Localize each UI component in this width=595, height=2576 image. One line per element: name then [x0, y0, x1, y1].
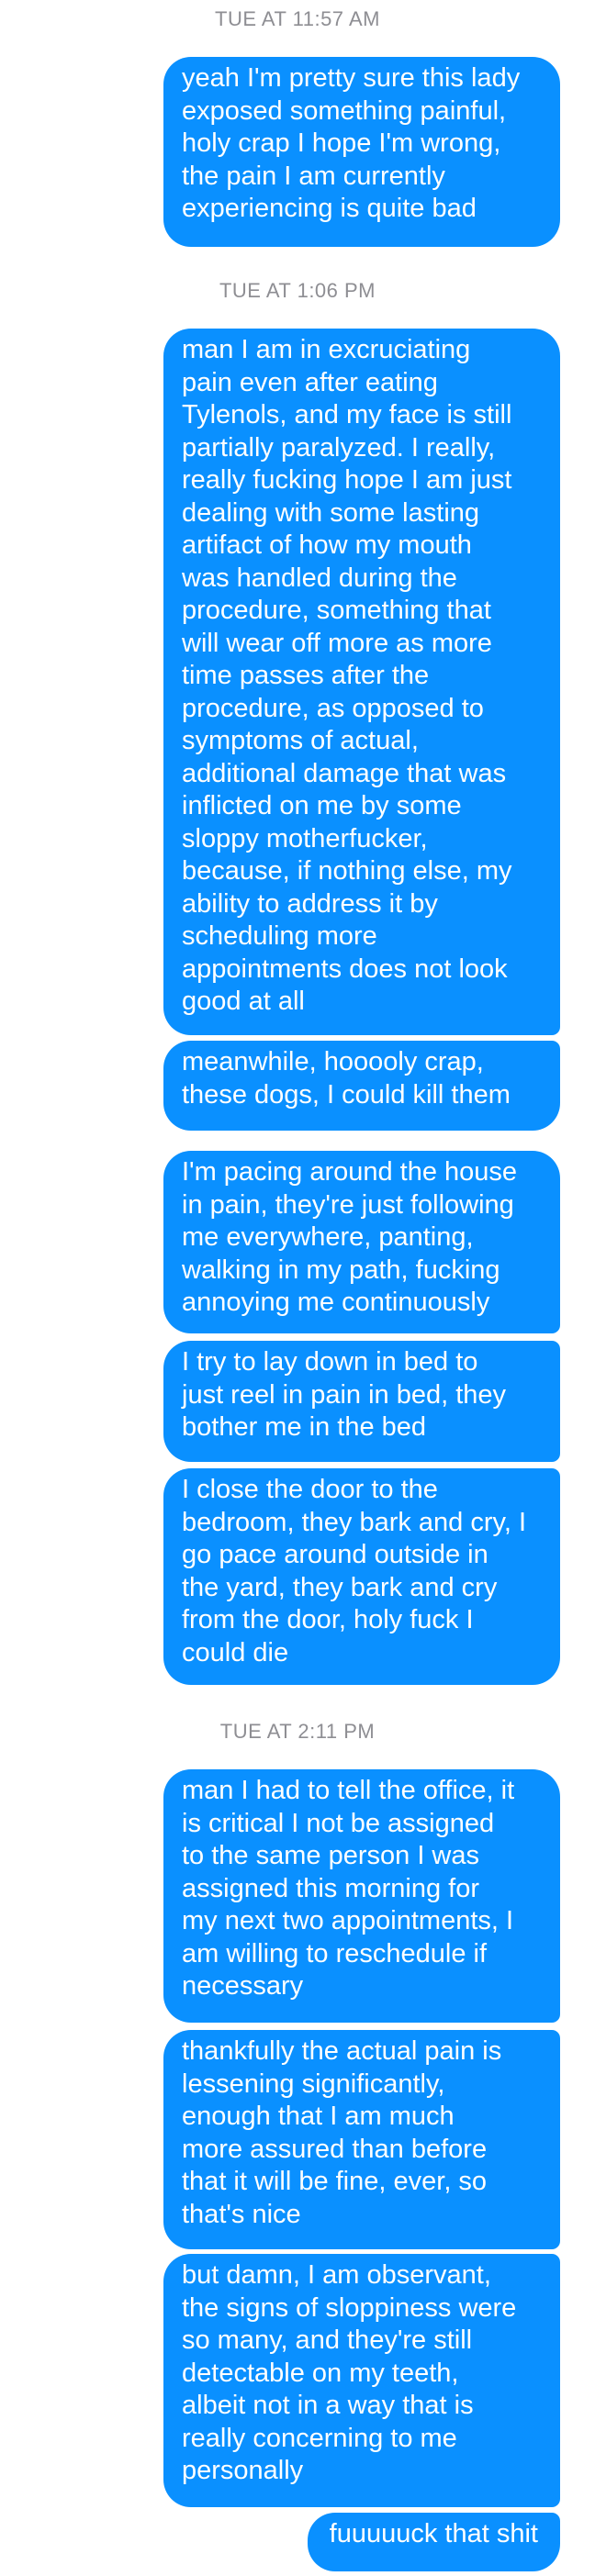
sent-message-bubble[interactable]: I try to lay down in bed to just reel in… — [163, 1341, 560, 1462]
sent-message-bubble[interactable]: yeah I'm pretty sure this lady exposed s… — [163, 57, 560, 247]
sent-message-bubble[interactable]: I'm pacing around the house in pain, the… — [163, 1151, 560, 1333]
sent-message-bubble[interactable]: fuuuuuck that shit — [307, 2513, 560, 2571]
message-thread: TUE AT 11:57 AM yeah I'm pretty sure thi… — [0, 0, 595, 2576]
sent-message-bubble[interactable]: I close the door to the bedroom, they ba… — [163, 1468, 560, 1685]
sent-message-bubble[interactable]: thankfully the actual pain is lessening … — [163, 2030, 560, 2249]
sent-message-bubble[interactable]: meanwhile, hooooly crap, these dogs, I c… — [163, 1041, 560, 1131]
timestamp: TUE AT 1:06 PM — [219, 279, 376, 302]
sent-message-bubble[interactable]: man I had to tell the office, it is crit… — [163, 1769, 560, 2023]
timestamp: TUE AT 11:57 AM — [215, 7, 380, 30]
timestamp: TUE AT 2:11 PM — [219, 1720, 376, 1743]
sent-message-bubble[interactable]: man I am in excruciating pain even after… — [163, 329, 560, 1035]
sent-message-bubble[interactable]: but damn, I am observant, the signs of s… — [163, 2254, 560, 2507]
